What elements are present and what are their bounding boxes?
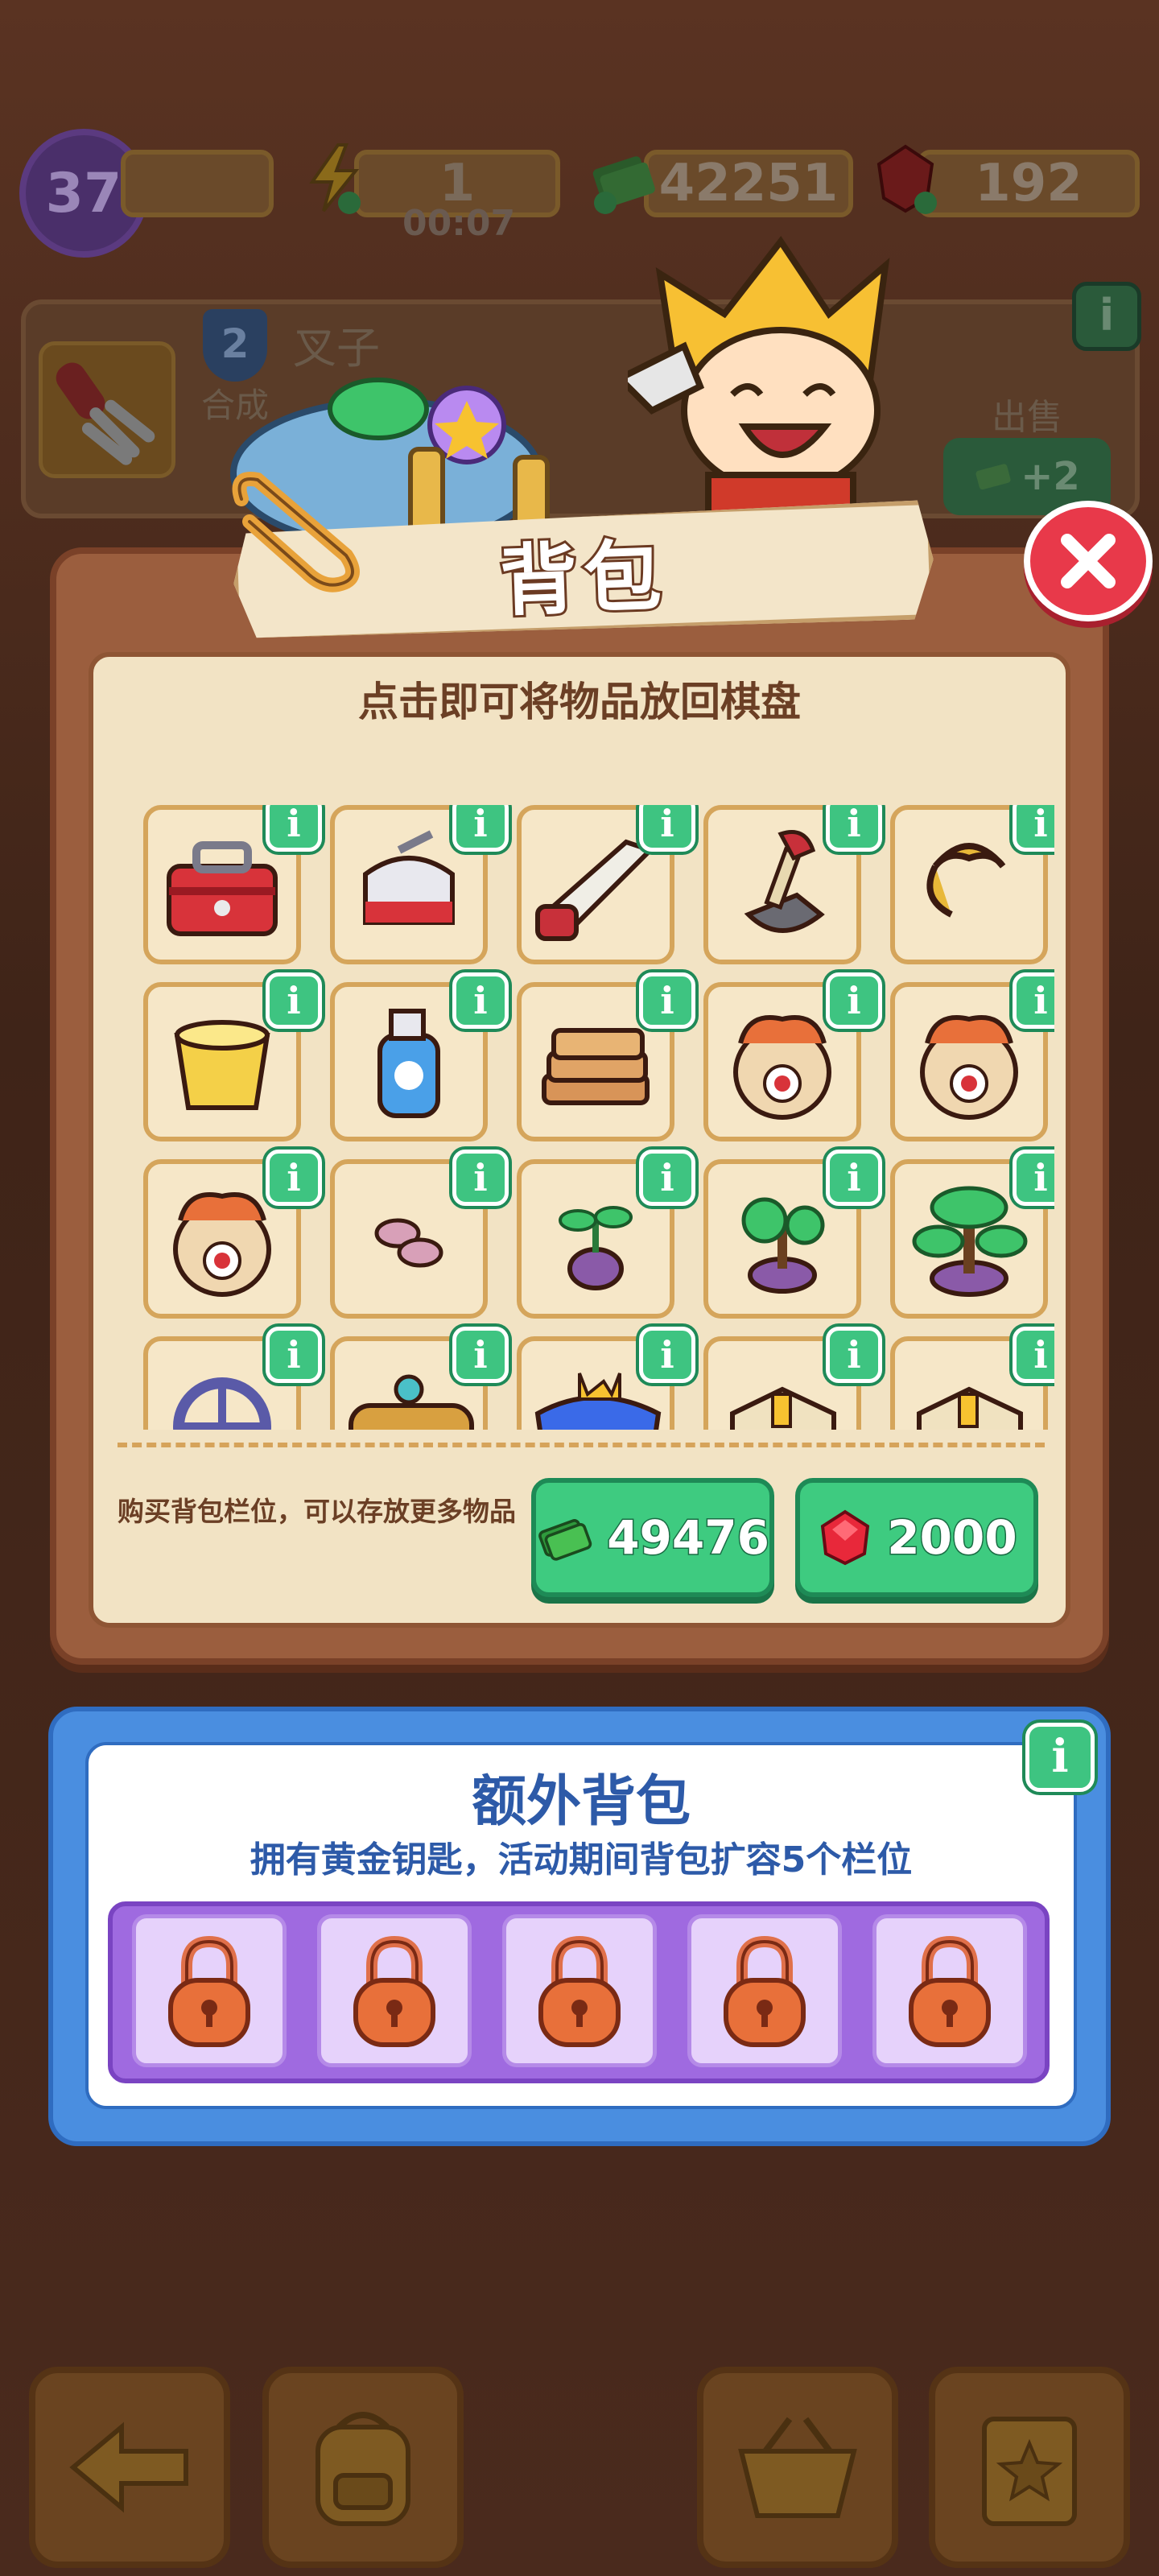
slot-info-button[interactable]: i	[452, 1150, 509, 1206]
cash-pill: 42251	[644, 150, 853, 217]
slot-info-button[interactable]: i	[639, 1150, 695, 1206]
ruby-icon	[876, 144, 937, 214]
fork-thumbnail	[39, 341, 175, 478]
padlock-icon	[538, 1935, 621, 2047]
gem-value: 192	[975, 154, 1083, 213]
slot-info-button[interactable]: i	[1013, 1327, 1054, 1383]
locked-slot[interactable]	[687, 1914, 842, 2067]
extra-backpack-subtitle: 拥有黄金钥匙，活动期间背包扩容5个栏位	[250, 1839, 913, 1880]
locked-slot[interactable]	[317, 1914, 472, 2067]
slot-info-button[interactable]: i	[826, 972, 882, 1029]
slot-info-button[interactable]: i	[639, 972, 695, 1029]
cash-icon	[975, 464, 1011, 490]
cash-stack-icon	[538, 1519, 592, 1561]
locked-slot[interactable]	[502, 1914, 657, 2067]
clipboard-star-icon	[982, 2417, 1077, 2526]
padlock-icon	[168, 1935, 250, 2047]
cash-price: 49476	[606, 1509, 771, 1567]
hint-text: 点击即可将物品放回棋盘	[358, 679, 801, 725]
slot-info-button[interactable]: i	[266, 805, 322, 852]
backpack-icon	[316, 2412, 410, 2526]
item-grid[interactable]: i i i i i i i i i i i i i i i i i i i i	[137, 805, 1054, 1430]
slot-info-button[interactable]: i	[266, 1150, 322, 1206]
dialog-title: 背包	[498, 530, 670, 627]
back-button[interactable]	[29, 2367, 230, 2568]
character-illustration	[628, 236, 890, 531]
info-symbol: i	[1051, 1730, 1069, 1783]
gem-pill: 192	[918, 150, 1140, 217]
slot-info-button[interactable]: i	[452, 805, 509, 852]
slot-info-button[interactable]: i	[1013, 805, 1054, 852]
slot-info-button[interactable]: i	[1013, 1150, 1054, 1206]
extra-backpack-info-button[interactable]: i	[1025, 1723, 1095, 1792]
slot-info-button[interactable]: i	[826, 1327, 882, 1383]
locked-slot[interactable]	[872, 1914, 1027, 2067]
energy-timer: 00:07	[402, 203, 516, 244]
basket-icon	[738, 2417, 857, 2518]
sell-value: +2	[1021, 454, 1080, 499]
top-hud: 37 1 00:07 42251 192	[0, 0, 1159, 290]
slot-info-button[interactable]: i	[826, 1150, 882, 1206]
padlock-icon	[353, 1935, 435, 2047]
slot-info-button[interactable]: i	[266, 1327, 322, 1383]
ruby-icon	[821, 1509, 870, 1566]
cash-value: 42251	[658, 154, 839, 213]
paperclip-icon	[232, 472, 360, 592]
slot-info-button[interactable]: i	[639, 805, 695, 852]
back-arrow-icon	[69, 2421, 188, 2513]
level-value: 37	[45, 161, 122, 225]
slot-info-button[interactable]: i	[452, 1327, 509, 1383]
item-info-button[interactable]: i	[1072, 282, 1141, 351]
info-symbol: i	[1099, 290, 1115, 341]
shop-basket-button[interactable]	[697, 2367, 898, 2568]
fork-icon	[56, 362, 155, 465]
divider	[118, 1443, 1045, 1447]
locked-slot[interactable]	[132, 1914, 287, 2067]
gem-price: 2000	[886, 1509, 1018, 1567]
cash-stack-icon	[592, 156, 655, 214]
extra-backpack-title: 额外背包	[471, 1770, 691, 1834]
slot-info-button[interactable]: i	[639, 1327, 695, 1383]
slot-info-button[interactable]: i	[452, 972, 509, 1029]
padlock-icon	[909, 1935, 991, 2047]
slot-info-button[interactable]: i	[1013, 972, 1054, 1029]
close-icon	[1061, 534, 1116, 588]
xp-bar	[121, 150, 274, 217]
slot-info-button[interactable]: i	[826, 805, 882, 852]
buy-with-cash-button[interactable]: 49476	[531, 1478, 774, 1597]
sell-label: 出售	[992, 397, 1062, 438]
close-button[interactable]	[1024, 501, 1153, 621]
buy-with-gems-button[interactable]: 2000	[795, 1478, 1038, 1597]
buy-slots-text: 购买背包栏位，可以存放更多物品	[118, 1496, 516, 1527]
lightning-icon	[309, 143, 361, 214]
padlock-icon	[724, 1935, 806, 2047]
tasks-button[interactable]	[929, 2367, 1130, 2568]
backpack-button[interactable]	[262, 2367, 464, 2568]
slot-info-button[interactable]: i	[266, 972, 322, 1029]
